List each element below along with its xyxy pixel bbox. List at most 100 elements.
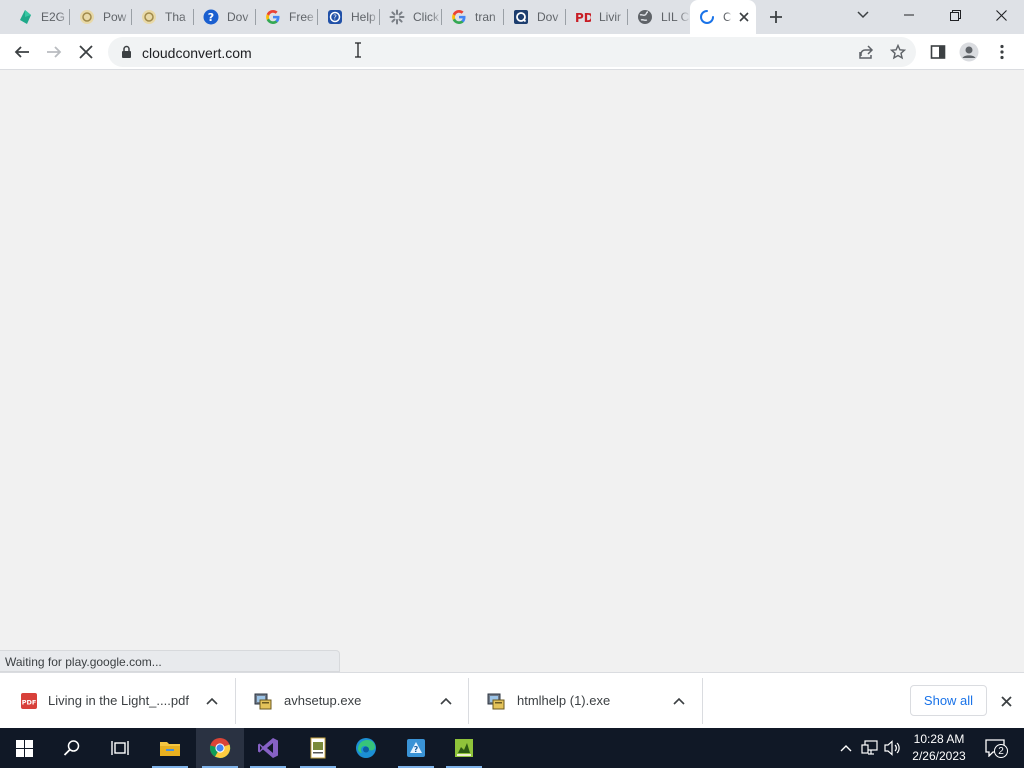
pdf-file-icon: PDF <box>20 692 38 710</box>
globe-favicon-icon <box>637 9 653 25</box>
tab-title: Click <box>413 10 439 24</box>
tab-dov[interactable]: ? Dov <box>194 0 256 34</box>
tab-title: Help <box>351 10 376 24</box>
close-icon[interactable] <box>736 9 752 25</box>
edge-icon <box>356 738 376 758</box>
tha-favicon-icon <box>141 9 157 25</box>
browser-toolbar: cloudconvert.com <box>0 34 1024 70</box>
tab-lil[interactable]: LIL C <box>628 0 690 34</box>
chevron-up-icon[interactable] <box>204 693 220 709</box>
search-icon <box>63 740 80 756</box>
back-button[interactable] <box>8 38 36 66</box>
side-panel-icon <box>930 45 946 59</box>
download-item[interactable]: PDF Living in the Light_....pdf <box>0 673 236 729</box>
arrow-left-icon <box>14 46 29 58</box>
task-view-icon <box>111 741 129 755</box>
tab-title: Dov <box>227 10 249 24</box>
avatar-icon <box>959 42 979 62</box>
svg-text:?: ? <box>333 14 337 22</box>
tab-title: Dov <box>537 10 559 24</box>
clock[interactable]: 10:28 AM 2/26/2023 <box>906 731 972 765</box>
show-hidden-icons-button[interactable] <box>836 738 856 758</box>
chrome-taskbar-button[interactable] <box>196 728 244 768</box>
forward-button[interactable] <box>40 38 68 66</box>
restore-icon <box>949 9 961 21</box>
download-item[interactable]: htmlhelp (1).exe <box>469 673 703 729</box>
volume-tray-button[interactable] <box>883 738 903 758</box>
tab-tran[interactable]: tran <box>442 0 504 34</box>
tab-livir[interactable]: PD Livir <box>566 0 628 34</box>
tab-title: Pow <box>103 10 127 24</box>
tab-e2g[interactable]: E2G <box>8 0 70 34</box>
tab-title: Livir <box>599 10 622 24</box>
stop-loading-button[interactable] <box>72 38 100 66</box>
page-content <box>0 70 1024 672</box>
installer-taskbar-button[interactable] <box>440 728 488 768</box>
pdf-favicon-icon: PD <box>575 9 591 25</box>
close-window-button[interactable] <box>978 0 1024 30</box>
address-url[interactable]: cloudconvert.com <box>142 45 252 61</box>
tab-title: tran <box>475 10 496 24</box>
visual-studio-icon <box>258 738 278 758</box>
tab-title: LIL C <box>661 10 690 24</box>
clock-time: 10:28 AM <box>913 732 965 746</box>
stop-icon <box>79 45 93 59</box>
minimize-icon <box>904 14 914 16</box>
menu-button[interactable] <box>988 38 1016 66</box>
search-button[interactable] <box>48 728 96 768</box>
kebab-menu-icon <box>1000 44 1004 60</box>
arrow-right-icon <box>47 46 62 58</box>
tab-cloudconvert-active[interactable]: C <box>690 0 756 34</box>
tab-dov-2[interactable]: Dov <box>504 0 566 34</box>
divider <box>702 678 703 724</box>
google-favicon-icon <box>265 9 281 25</box>
edge-taskbar-button[interactable] <box>342 728 390 768</box>
side-panel-button[interactable] <box>924 38 952 66</box>
tab-title: E2G <box>41 10 66 24</box>
help-favicon-icon: ? <box>327 9 343 25</box>
status-bubble: Waiting for play.google.com... <box>0 650 340 672</box>
chevron-up-icon[interactable] <box>438 693 454 709</box>
svg-text:?: ? <box>208 11 214 24</box>
network-icon <box>861 740 878 755</box>
visual-studio-button[interactable] <box>244 728 292 768</box>
minimize-button[interactable] <box>886 0 932 30</box>
download-shelf: PDF Living in the Light_....pdf avhsetup… <box>0 672 1024 728</box>
chevron-up-icon <box>840 745 852 752</box>
chevron-up-icon[interactable] <box>671 693 687 709</box>
profile-button[interactable] <box>955 38 983 66</box>
file-explorer-button[interactable] <box>146 728 194 768</box>
download-item[interactable]: avhsetup.exe <box>236 673 469 729</box>
tab-title: Free <box>289 10 314 24</box>
start-button[interactable] <box>0 728 48 768</box>
share-icon <box>859 45 874 59</box>
google-favicon-icon <box>451 9 467 25</box>
tab-click[interactable]: Click <box>380 0 442 34</box>
bookmark-button[interactable] <box>884 38 912 66</box>
restore-button[interactable] <box>932 0 978 30</box>
svg-text:PD: PD <box>575 11 591 25</box>
close-download-shelf-button[interactable] <box>998 693 1014 709</box>
lock-icon[interactable] <box>121 45 132 64</box>
show-all-button[interactable]: Show all <box>910 685 987 716</box>
help-app-taskbar-button[interactable]: ? <box>392 728 440 768</box>
installer-file-icon <box>254 692 272 710</box>
new-tab-button[interactable] <box>764 5 788 29</box>
app-taskbar-button[interactable] <box>294 728 342 768</box>
share-button[interactable] <box>852 38 880 66</box>
address-bar[interactable]: cloudconvert.com <box>108 37 916 67</box>
tab-pow[interactable]: Pow <box>70 0 132 34</box>
tab-search-button[interactable] <box>840 0 886 30</box>
tab-tha[interactable]: Tha <box>132 0 194 34</box>
tab-title: C <box>723 10 731 24</box>
download-filename: Living in the Light_....pdf <box>48 693 189 708</box>
tab-help[interactable]: ? Help <box>318 0 380 34</box>
tab-free[interactable]: Free <box>256 0 318 34</box>
network-tray-button[interactable] <box>860 738 880 758</box>
loading-spinner-icon <box>699 9 715 25</box>
task-view-button[interactable] <box>96 728 144 768</box>
close-icon <box>995 9 1007 21</box>
notification-center-button[interactable]: 2 <box>980 734 1010 762</box>
tab-strip: E2G Pow Tha ? Dov Free ? Help Click tran… <box>0 0 1024 34</box>
chrome-icon <box>209 738 231 759</box>
